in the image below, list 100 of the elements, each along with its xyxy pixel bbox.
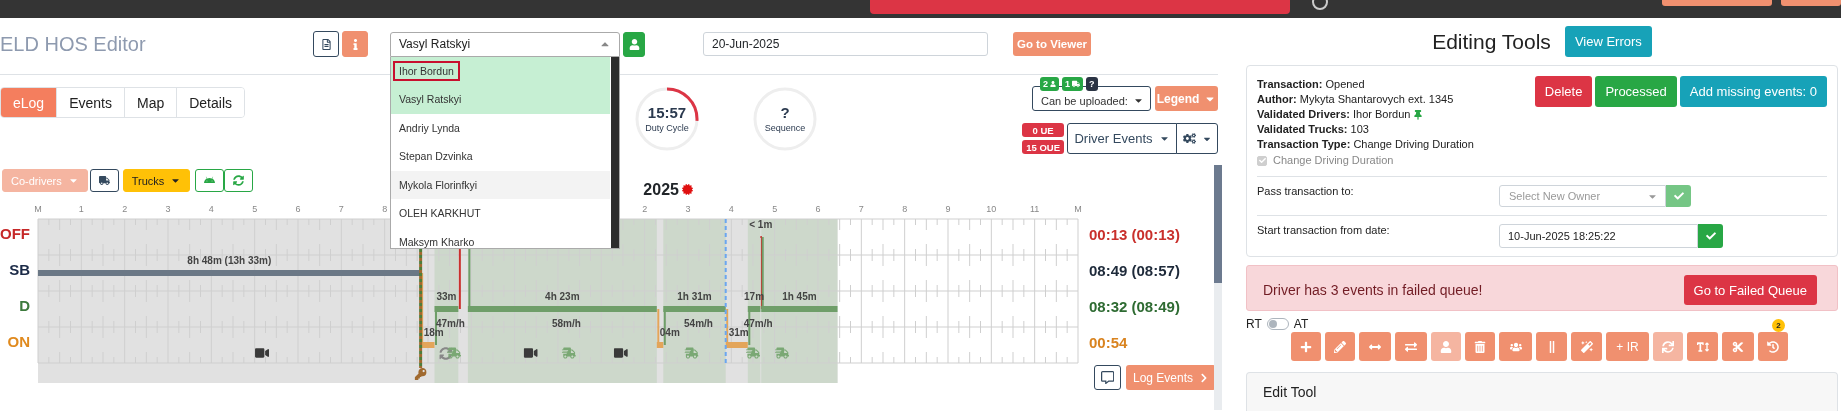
driver-option[interactable]: Mykola Florinfkyi — [391, 170, 610, 199]
scrollbar[interactable] — [611, 56, 619, 248]
hour-label: 2 — [122, 204, 128, 214]
duty-cycle-value: 15:57 — [647, 105, 687, 121]
transaction-detail: Transaction Type: Change Driving Duration — [1257, 137, 1474, 153]
tool-button[interactable] — [1758, 332, 1788, 361]
tool-button[interactable] — [1465, 332, 1495, 361]
alert-message: Driver has 3 events in failed queue! — [1263, 282, 1483, 299]
tool-button[interactable] — [1325, 332, 1355, 361]
hour-label: 8 — [382, 204, 388, 214]
settings-dropdown[interactable] — [1176, 123, 1218, 154]
date-field[interactable]: 20-Jun-2025 — [703, 32, 988, 56]
duration-label: 31m — [728, 327, 749, 338]
truck-icon[interactable] — [561, 347, 576, 359]
history-icon — [1767, 340, 1779, 353]
hour-label: 10 — [986, 204, 997, 214]
hour-label: 2 — [642, 204, 648, 214]
field-label: Start transaction from date: — [1257, 224, 1391, 237]
duration-label: 1h 45m — [782, 291, 817, 302]
hour-label: 8 — [902, 204, 908, 214]
field-label: Pass transaction to: — [1257, 185, 1355, 198]
user-icon — [1440, 340, 1452, 353]
truck-icon[interactable] — [775, 347, 790, 359]
log-date-title: 2025 — [643, 180, 679, 199]
duty-total: 08:32 (08:49) — [1089, 298, 1180, 315]
date-time-field[interactable]: 10-Jun-2025 18:25:22 — [1499, 224, 1698, 249]
comment-icon — [1100, 370, 1115, 385]
sequence-value: ? — [780, 105, 790, 121]
tool-button[interactable] — [1359, 332, 1391, 361]
truck-icon[interactable] — [447, 347, 461, 359]
trucks-dropdown[interactable]: Trucks — [122, 169, 191, 192]
tool-button[interactable] — [1687, 332, 1718, 361]
video-camera-icon[interactable] — [523, 348, 538, 358]
refresh-button[interactable] — [224, 169, 254, 192]
android-icon — [204, 175, 216, 186]
hour-label: 5 — [772, 204, 778, 214]
hour-label: 7 — [338, 204, 344, 214]
driver-option[interactable]: Ihor Bordun — [391, 56, 610, 85]
tool-button[interactable] — [1722, 332, 1754, 361]
document-button[interactable] — [313, 31, 339, 57]
user-icon — [628, 38, 640, 50]
android-button[interactable] — [195, 169, 225, 192]
transaction-detail: Author: Mykyta Shantarovych ext. 1345 — [1257, 92, 1454, 108]
driver-events-dropdown[interactable]: Driver Events — [1067, 123, 1177, 154]
refresh-icon — [233, 175, 245, 186]
tool-button[interactable] — [1291, 332, 1321, 361]
hour-label: M — [34, 204, 42, 214]
tool-button[interactable] — [1499, 332, 1532, 361]
duty-status-label: SB — [9, 261, 30, 278]
upload-status-dropdown[interactable]: Can be uploaded: — [1032, 86, 1151, 111]
truck-icon[interactable] — [746, 347, 760, 359]
duration-label: 33m — [436, 291, 457, 302]
settings-icon — [1182, 132, 1196, 145]
comment-button[interactable] — [1094, 365, 1121, 390]
toggle-label: AT — [1293, 317, 1309, 331]
count-badge: 1 — [1062, 77, 1084, 91]
duration-label: 1h 31m — [677, 291, 712, 302]
duration-label: 8h 48m (13h 33m) — [187, 255, 272, 266]
tool-button[interactable] — [1395, 332, 1427, 361]
confirm-button[interactable] — [1698, 224, 1723, 249]
duty-status-label: OFF — [0, 225, 30, 242]
tool-button[interactable] — [1536, 332, 1567, 361]
hour-label: 3 — [685, 204, 691, 214]
truck-button[interactable] — [89, 169, 119, 192]
action-button[interactable]: Delete — [1534, 76, 1593, 108]
driver-option[interactable]: Vasyl Ratskyi — [391, 85, 610, 114]
truck-icon[interactable] — [684, 347, 699, 359]
hour-label: M — [1074, 204, 1082, 214]
video-camera-icon[interactable] — [255, 348, 270, 358]
duty-status-label: D — [19, 297, 30, 314]
go-to-failed-queue-button[interactable]: Go to Failed Queue — [1683, 275, 1817, 306]
hour-label: 4 — [208, 204, 214, 214]
tool-button[interactable] — [1571, 332, 1602, 361]
user-icon — [1050, 81, 1056, 87]
truck-icon — [98, 175, 110, 186]
trash-icon — [1474, 340, 1486, 353]
scrollbar[interactable] — [1214, 165, 1222, 410]
tab[interactable]: Details — [176, 88, 244, 117]
video-camera-icon[interactable] — [613, 348, 628, 358]
magic-wand-icon — [1580, 340, 1593, 353]
toggle-label: RT — [1246, 317, 1262, 331]
mode-switch[interactable] — [1266, 318, 1289, 330]
page-title: ELD HOS Editor — [0, 32, 147, 56]
plus-icon — [1300, 340, 1312, 353]
key-icon[interactable] — [414, 368, 427, 380]
duty-cycle-label: Duty Cycle — [645, 123, 689, 133]
count-badge: 2 — [1772, 319, 1785, 332]
error-count-badge: 0 UE — [1022, 123, 1064, 137]
driver-button[interactable] — [623, 31, 645, 57]
error-count-badge: 15 OUE — [1022, 140, 1064, 154]
count-badge: ? — [1086, 77, 1098, 91]
checkbox-label: Change Driving Duration — [1273, 153, 1394, 169]
scissors-icon — [1732, 340, 1744, 353]
hour-label: 9 — [945, 204, 951, 214]
duration-label: 4h 23m — [545, 291, 580, 302]
duty-total: 08:49 (08:57) — [1089, 262, 1180, 279]
hour-label: 7 — [858, 204, 864, 214]
confirm-button[interactable] — [1666, 185, 1691, 208]
sequence-label: Sequence — [764, 123, 806, 133]
group-icon — [1509, 340, 1522, 353]
